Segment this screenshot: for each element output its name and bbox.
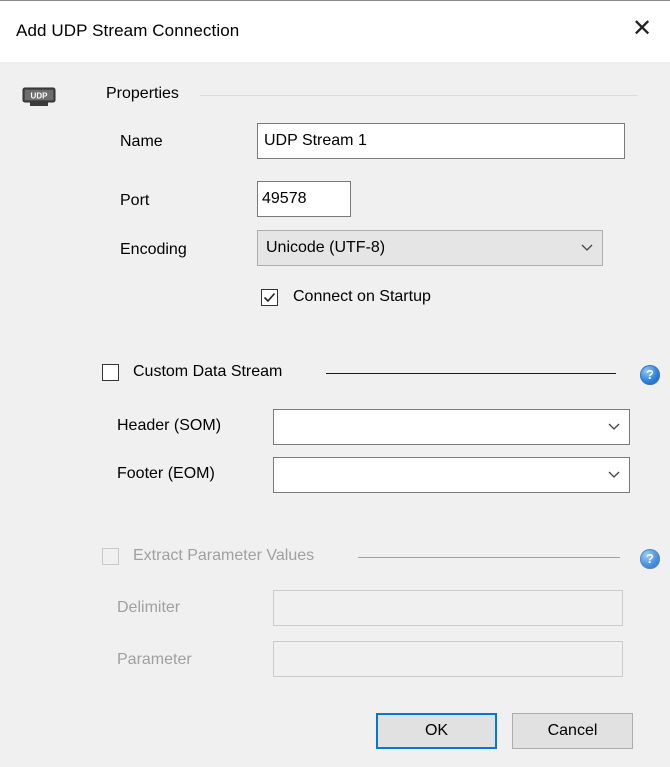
properties-section-label: Properties: [106, 85, 179, 102]
close-icon[interactable]: ✕: [628, 15, 656, 43]
chevron-down-icon: [608, 423, 620, 430]
udp-icon: UDP: [22, 87, 56, 106]
delimiter-label: Delimiter: [117, 599, 181, 616]
custom-stream-divider: [326, 373, 616, 374]
cancel-button[interactable]: Cancel: [512, 713, 633, 749]
port-field[interactable]: 49578: [257, 181, 351, 217]
connect-on-startup-label[interactable]: Connect on Startup: [293, 288, 431, 306]
custom-data-stream-label[interactable]: Custom Data Stream: [133, 363, 282, 381]
encoding-label: Encoding: [120, 241, 187, 258]
header-som-select[interactable]: [273, 409, 630, 445]
footer-eom-label: Footer (EOM): [117, 465, 215, 482]
parameter-field[interactable]: [273, 641, 623, 677]
dialog-title: Add UDP Stream Connection: [16, 21, 240, 40]
custom-data-stream-checkbox[interactable]: [102, 364, 119, 381]
ok-button[interactable]: OK: [376, 713, 497, 749]
help-icon[interactable]: ?: [640, 365, 660, 385]
port-label: Port: [120, 192, 150, 209]
delimiter-field[interactable]: [273, 590, 623, 626]
udp-icon-label: UDP: [31, 92, 49, 101]
chevron-down-icon: [581, 244, 593, 251]
chevron-down-icon: [608, 471, 620, 478]
help-icon[interactable]: ?: [640, 549, 660, 569]
extract-parameter-values-label[interactable]: Extract Parameter Values: [133, 547, 314, 565]
encoding-select[interactable]: Unicode (UTF-8): [257, 230, 603, 266]
extract-parameter-values-checkbox[interactable]: [102, 548, 119, 565]
properties-divider: [200, 95, 638, 96]
parameter-label: Parameter: [117, 651, 192, 668]
footer-eom-select[interactable]: [273, 457, 630, 493]
dialog-body: UDP Properties Name UDP Stream 1 Port 49…: [0, 62, 670, 767]
checkmark-icon: [263, 292, 276, 303]
connect-on-startup-checkbox[interactable]: [261, 289, 278, 306]
name-field[interactable]: UDP Stream 1: [257, 123, 625, 159]
port-field-value: 49578: [262, 190, 307, 207]
encoding-select-value: Unicode (UTF-8): [266, 239, 386, 256]
name-field-value: UDP Stream 1: [264, 132, 367, 149]
name-label: Name: [120, 133, 163, 150]
extract-divider: [358, 557, 620, 558]
title-bar: Add UDP Stream Connection ✕: [0, 0, 670, 63]
header-som-label: Header (SOM): [117, 417, 222, 434]
